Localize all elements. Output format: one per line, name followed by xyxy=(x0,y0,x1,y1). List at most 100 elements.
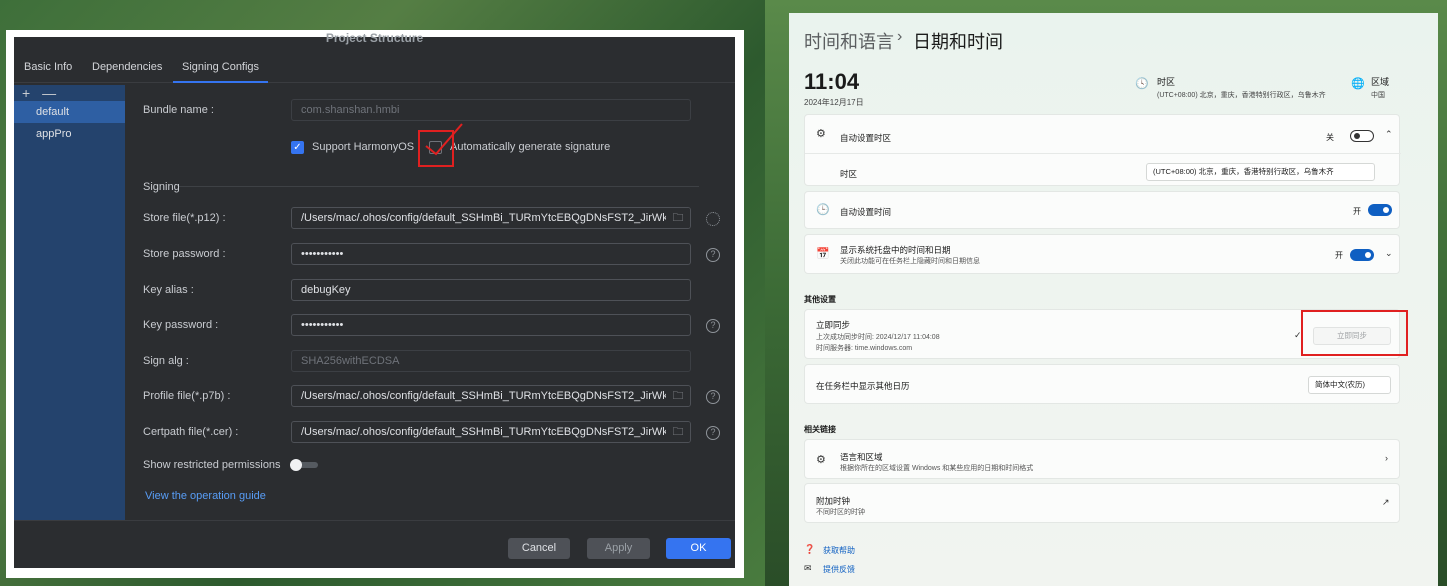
tray-time-label: 显示系统托盘中的时间和日期 xyxy=(840,245,951,255)
certpath-file-field[interactable]: /Users/mac/.ohos/config/default_SSHmBi_T… xyxy=(291,421,691,443)
current-date: 2024年12月17日 xyxy=(804,98,864,107)
sign-alg-field: SHA256withECDSA xyxy=(291,350,691,372)
section-divider xyxy=(179,186,699,187)
auto-timezone-state: 关 xyxy=(1326,133,1334,142)
calendar-icon: 📅 xyxy=(816,248,830,260)
support-harmonyos-checkbox[interactable]: ✓ xyxy=(291,141,304,154)
tray-time-toggle[interactable] xyxy=(1350,249,1374,261)
feedback-link[interactable]: 提供反馈 xyxy=(823,564,855,575)
settings-window: 时间和语言 › 日期和时间 11:04 2024年12月17日 🕓 时区 (UT… xyxy=(789,13,1438,586)
key-password-label: Key password : xyxy=(143,319,219,331)
profile-file-value: /Users/mac/.ohos/config/default_SSHmBi_T… xyxy=(301,390,672,402)
sync-last-time: 上次成功同步时间: 2024/12/17 11:04:08 xyxy=(816,334,940,341)
folder-icon[interactable]: 🗀 xyxy=(666,386,690,406)
timezone-settings-icon: ⚙ xyxy=(816,128,826,140)
breadcrumb-parent[interactable]: 时间和语言 xyxy=(804,28,894,54)
language-card[interactable]: ⚙ 语言和区域 根据你所在的区域设置 Windows 和某些应用的日期和时间格式… xyxy=(804,439,1400,479)
auto-time-toggle[interactable] xyxy=(1368,204,1392,216)
dialog-footer: Cancel Apply OK xyxy=(14,520,735,568)
get-help-link[interactable]: 获取帮助 xyxy=(823,545,855,556)
operation-guide-link[interactable]: View the operation guide xyxy=(145,490,266,502)
store-file-field[interactable]: /Users/mac/.ohos/config/default_SSHmBi_T… xyxy=(291,207,691,229)
region-summary: 区域 中国 xyxy=(1371,75,1389,100)
chevron-right-icon: › xyxy=(897,28,903,45)
annotation-checkmark-icon xyxy=(425,123,463,156)
remove-icon[interactable]: — xyxy=(42,85,56,101)
auto-timezone-label: 自动设置时区 xyxy=(840,133,892,143)
page-title: 日期和时间 xyxy=(913,32,1003,52)
timezone-summary: 时区 (UTC+08:00) 北京，重庆，香港特别行政区，乌鲁木齐 xyxy=(1157,75,1326,100)
store-password-field[interactable]: ••••••••••• xyxy=(291,243,691,265)
auto-signature-label: Automatically generate signature xyxy=(450,141,611,153)
current-time: 11:04 xyxy=(804,69,860,94)
tab-signing-configs[interactable]: Signing Configs xyxy=(173,61,269,83)
chevron-right-icon: › xyxy=(1385,453,1388,463)
key-alias-field[interactable]: debugKey xyxy=(291,279,691,301)
clock-icon: 🕒 xyxy=(816,204,830,216)
sidebar-item-default[interactable]: default xyxy=(14,101,125,123)
support-harmonyos-label: Support HarmonyOS xyxy=(312,141,415,153)
store-password-label: Store password : xyxy=(143,248,226,260)
bundle-name-label: Bundle name : xyxy=(143,104,214,116)
folder-icon[interactable]: 🗀 xyxy=(666,208,690,228)
certpath-file-value: /Users/mac/.ohos/config/default_SSHmBi_T… xyxy=(301,426,672,438)
chevron-up-icon[interactable]: ⌃ xyxy=(1385,129,1393,140)
apply-button[interactable]: Apply xyxy=(587,538,650,559)
timezone-icon: 🕓 xyxy=(1135,78,1149,90)
timezone-select[interactable]: (UTC+08:00) 北京，重庆，香港特别行政区，乌鲁木齐 xyxy=(1146,163,1375,181)
auto-time-label: 自动设置时间 xyxy=(840,207,892,217)
other-settings-header: 其他设置 xyxy=(804,295,836,304)
sidebar-item-appPro[interactable]: appPro xyxy=(14,123,125,145)
cancel-button[interactable]: Cancel xyxy=(508,538,570,559)
feedback-icon: ✉ xyxy=(804,563,812,573)
sign-alg-label: Sign alg : xyxy=(143,355,189,367)
sidebar-toolbar: + — xyxy=(22,85,56,101)
help-icon: ❓ xyxy=(804,544,816,554)
auto-time-state: 开 xyxy=(1353,207,1361,216)
restricted-permissions-toggle[interactable] xyxy=(290,459,322,471)
tray-time-state: 开 xyxy=(1335,251,1343,260)
tab-dependencies[interactable]: Dependencies xyxy=(92,61,162,83)
sync-title: 立即同步 xyxy=(816,320,851,330)
add-icon[interactable]: + xyxy=(22,85,30,101)
region-value: 中国 xyxy=(1371,92,1385,99)
row-divider xyxy=(805,153,1401,154)
bundle-name-field: com.shanshan.hmbi xyxy=(291,99,691,121)
region-title: 区域 xyxy=(1371,77,1390,87)
signing-section-label: Signing xyxy=(143,181,180,193)
help-icon[interactable]: ? xyxy=(706,248,720,262)
store-file-label: Store file(*.p12) : xyxy=(143,212,226,224)
chevron-down-icon[interactable]: ⌄ xyxy=(1385,248,1393,259)
related-links-header: 相关链接 xyxy=(804,425,836,434)
calendar-select[interactable]: 简体中文(农历) xyxy=(1308,376,1391,394)
auto-time-card: 🕒 自动设置时间 开 xyxy=(804,191,1400,229)
dialog-title: Project Structure xyxy=(325,31,424,45)
tray-time-desc: 关闭此功能可在任务栏上隐藏时间和日期信息 xyxy=(840,258,980,265)
auto-timezone-toggle[interactable] xyxy=(1350,130,1374,142)
help-icon[interactable]: ? xyxy=(706,319,720,333)
external-link-icon: ↗ xyxy=(1382,497,1390,507)
globe-icon: 🌐 xyxy=(1351,78,1365,90)
additional-clock-desc: 不同时区的时钟 xyxy=(816,509,865,516)
toggle-knob xyxy=(290,459,302,471)
ok-button[interactable]: OK xyxy=(666,538,731,559)
language-desc: 根据你所在的区域设置 Windows 和某些应用的日期和时间格式 xyxy=(840,465,1034,472)
language-title: 语言和区域 xyxy=(840,452,883,462)
additional-clock-title: 附加时钟 xyxy=(816,496,851,506)
sync-server: 时间服务器: time.windows.com xyxy=(816,345,913,352)
folder-icon[interactable]: 🗀 xyxy=(666,422,690,442)
tab-bar: Basic Info Dependencies Signing Configs xyxy=(14,57,735,83)
timezone-value: (UTC+08:00) 北京，重庆，香港特别行政区，乌鲁木齐 xyxy=(1157,92,1326,99)
calendar-label: 在任务栏中显示其他日历 xyxy=(816,381,910,391)
help-icon[interactable]: ? xyxy=(706,426,720,440)
timezone-row-label: 时区 xyxy=(840,169,858,179)
language-icon: ⚙ xyxy=(816,454,826,466)
additional-clock-card[interactable]: 附加时钟 不同时区的时钟 ↗ xyxy=(804,483,1400,523)
tab-basic-info[interactable]: Basic Info xyxy=(24,61,72,83)
store-file-value: /Users/mac/.ohos/config/default_SSHmBi_T… xyxy=(301,212,672,224)
profile-file-field[interactable]: /Users/mac/.ohos/config/default_SSHmBi_T… xyxy=(291,385,691,407)
calendar-card: 在任务栏中显示其他日历 简体中文(农历) xyxy=(804,364,1400,404)
key-password-field[interactable]: ••••••••••• xyxy=(291,314,691,336)
fingerprint-icon[interactable] xyxy=(706,212,720,226)
help-icon[interactable]: ? xyxy=(706,390,720,404)
